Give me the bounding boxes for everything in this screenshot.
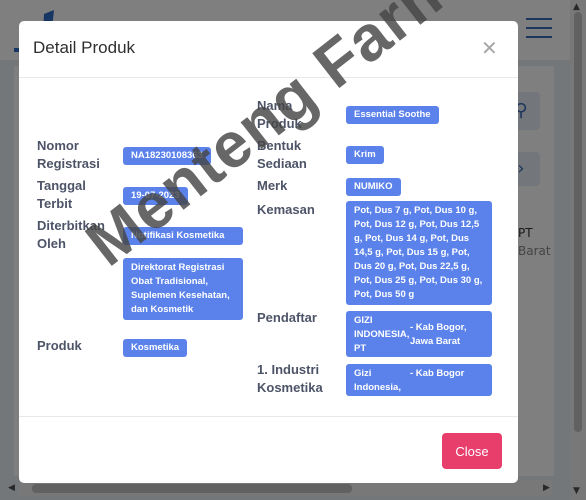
kemasan-label: Kemasan [257,202,315,217]
tanggal-terbit-label: Tanggal Terbit [37,178,86,211]
diterbitkan-oleh-detail: Direktorat Registrasi Obat Tradisional, … [123,258,243,320]
pendaftar-name: GIZI INDONESIA, PT [354,315,410,354]
merk-value: NUMIKO [346,178,401,196]
pendaftar-value: GIZI INDONESIA, PT - Kab Bogor, Jawa Bar… [346,311,492,357]
industri-name: Gizi Indonesia, PT [354,368,401,407]
industri-value: Gizi Indonesia, PT - Kab Bogor [346,364,492,407]
close-button[interactable]: Close [442,433,502,469]
product-detail-modal: Detail Produk ✕ Nama Produk Essential So… [19,21,518,483]
industri-location: - Kab Bogor [410,368,465,379]
industri-label: 1. Industri Kosmetika [257,362,323,395]
diterbitkan-oleh-label: Diterbitkan Oleh [37,218,105,251]
close-icon[interactable]: ✕ [481,37,498,59]
nomor-registrasi-label: Nomor Registrasi [37,138,100,171]
bentuk-sediaan-value: Krim [346,146,384,164]
bentuk-sediaan-label: Bentuk Sediaan [257,138,307,171]
pendaftar-location: - Kab Bogor, Jawa Barat [410,322,467,347]
nama-produk-value: Essential Soothe [346,106,439,124]
diterbitkan-oleh-value: Notifikasi Kosmetika [123,227,243,245]
modal-header: Detail Produk ✕ [19,21,518,78]
kemasan-value: Pot, Dus 7 g, Pot, Dus 10 g, Pot, Dus 12… [346,201,492,305]
nomor-registrasi-value: NA18230108363 [123,147,211,165]
tanggal-terbit-value: 19-07-2023 [123,187,188,205]
produk-label: Produk [37,338,82,353]
produk-value: Kosmetika [123,339,188,357]
pendaftar-label: Pendaftar [257,310,317,325]
merk-label: Merk [257,178,288,193]
nama-produk-label: Nama Produk [257,98,302,131]
modal-title: Detail Produk [33,38,136,57]
modal-footer: Close [19,416,518,483]
